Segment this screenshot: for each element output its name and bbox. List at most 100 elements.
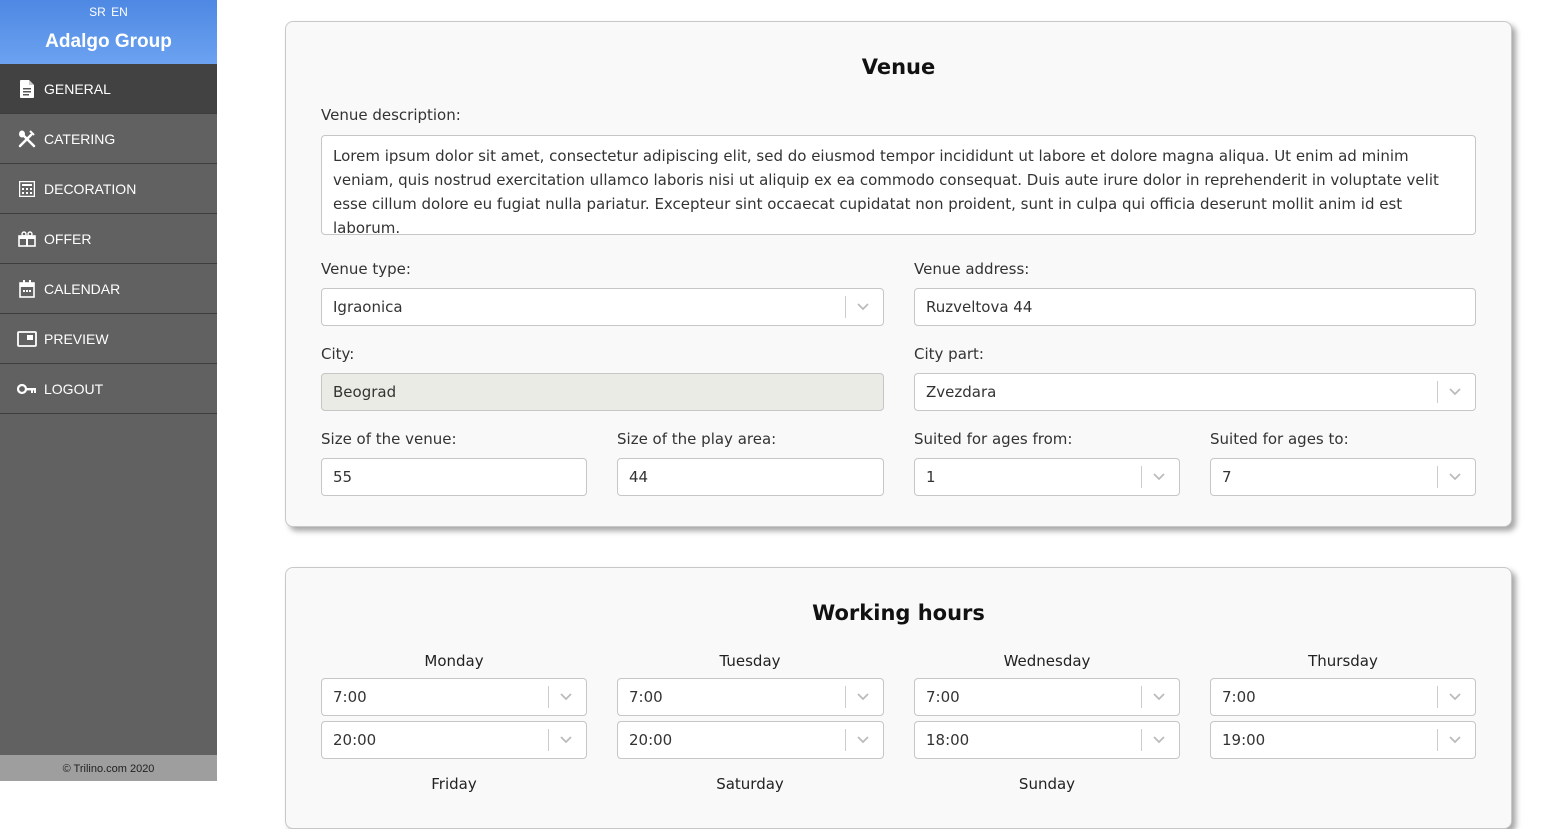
city-label: City:	[321, 345, 355, 363]
ages-to-value: 7	[1222, 468, 1232, 486]
day-label-thursday: Thursday	[1308, 652, 1378, 670]
city-part-label: City part:	[914, 345, 984, 363]
copyright-footer: © Trilino.com 2020	[0, 755, 217, 781]
chevron-down-icon	[854, 731, 872, 749]
ages-from-value: 1	[926, 468, 936, 486]
wednesday-close-select[interactable]: 18:00	[914, 721, 1180, 759]
chevron-down-icon	[854, 298, 872, 316]
gift-icon	[17, 229, 37, 249]
sidebar-item-calendar[interactable]: CALENDAR	[0, 264, 217, 314]
day-label-saturday: Saturday	[716, 775, 784, 793]
language-switcher: SR EN	[0, 0, 217, 21]
sidebar-item-label: CALENDAR	[44, 280, 121, 297]
select-separator	[1437, 686, 1438, 708]
venue-address-value: Ruzveltova 44	[926, 298, 1033, 316]
chevron-down-icon	[1150, 468, 1168, 486]
monday-open-value: 7:00	[333, 688, 367, 706]
chevron-down-icon	[557, 688, 575, 706]
play-area-input[interactable]: 44	[617, 458, 884, 496]
select-separator	[548, 686, 549, 708]
working-hours-card: Working hours Monday 7:00 20:00 Tuesday …	[285, 567, 1512, 829]
thursday-close-select[interactable]: 19:00	[1210, 721, 1476, 759]
thursday-open-select[interactable]: 7:00	[1210, 678, 1476, 716]
language-sr[interactable]: SR	[89, 5, 106, 19]
chevron-down-icon	[1446, 688, 1464, 706]
select-separator	[1437, 729, 1438, 751]
select-separator	[845, 296, 846, 318]
venue-size-label: Size of the venue:	[321, 430, 457, 448]
play-area-value: 44	[629, 468, 649, 486]
monday-open-select[interactable]: 7:00	[321, 678, 587, 716]
sidebar-item-offer[interactable]: OFFER	[0, 214, 217, 264]
city-value: Beograd	[333, 383, 397, 401]
sidebar-item-general[interactable]: GENERAL	[0, 64, 217, 114]
city-input: Beograd	[321, 373, 884, 411]
sidebar-item-label: CATERING	[44, 130, 116, 147]
thursday-open-value: 7:00	[1222, 688, 1256, 706]
monday-close-value: 20:00	[333, 731, 377, 749]
sidebar-item-catering[interactable]: CATERING	[0, 114, 217, 164]
sidebar-item-label: DECORATION	[44, 180, 137, 197]
venue-description-label: Venue description:	[321, 106, 461, 124]
chevron-down-icon	[1150, 731, 1168, 749]
sidebar-item-preview[interactable]: PREVIEW	[0, 314, 217, 364]
select-separator	[1437, 381, 1438, 403]
ages-from-label: Suited for ages from:	[914, 430, 1073, 448]
ages-from-select[interactable]: 1	[914, 458, 1180, 496]
sidebar-item-label: GENERAL	[44, 80, 111, 97]
tuesday-open-value: 7:00	[629, 688, 663, 706]
venue-description-textarea[interactable]: Lorem ipsum dolor sit amet, consectetur …	[321, 135, 1476, 235]
tuesday-close-value: 20:00	[629, 731, 673, 749]
select-separator	[845, 686, 846, 708]
city-part-value: Zvezdara	[926, 383, 997, 401]
working-hours-title: Working hours	[812, 601, 985, 625]
wednesday-open-select[interactable]: 7:00	[914, 678, 1180, 716]
venue-title: Venue	[861, 55, 936, 79]
tuesday-close-select[interactable]: 20:00	[617, 721, 884, 759]
key-icon	[17, 379, 37, 399]
calendar-icon	[17, 279, 37, 299]
chevron-down-icon	[557, 731, 575, 749]
preview-icon	[17, 329, 37, 349]
brand-name: Adalgo Group	[45, 31, 172, 52]
venue-card: Venue Venue description: Lorem ipsum dol…	[285, 21, 1512, 527]
tuesday-open-select[interactable]: 7:00	[617, 678, 884, 716]
day-label-tuesday: Tuesday	[719, 652, 781, 670]
venue-address-input[interactable]: Ruzveltova 44	[914, 288, 1476, 326]
language-en[interactable]: EN	[111, 5, 128, 19]
venue-address-label: Venue address:	[914, 260, 1030, 278]
utensils-icon	[17, 129, 37, 149]
select-separator	[548, 729, 549, 751]
venue-size-input[interactable]: 55	[321, 458, 587, 496]
document-icon	[17, 79, 37, 99]
venue-type-select[interactable]: Igraonica	[321, 288, 884, 326]
venue-type-value: Igraonica	[333, 298, 403, 316]
sidebar-header: SR EN Adalgo Group	[0, 0, 217, 64]
city-part-select[interactable]: Zvezdara	[914, 373, 1476, 411]
day-label-friday: Friday	[431, 775, 477, 793]
sidebar-item-decoration[interactable]: DECORATION	[0, 164, 217, 214]
ages-to-select[interactable]: 7	[1210, 458, 1476, 496]
monday-close-select[interactable]: 20:00	[321, 721, 587, 759]
decoration-icon	[17, 179, 37, 199]
chevron-down-icon	[1150, 688, 1168, 706]
sidebar: SR EN Adalgo Group GENERAL CATERING DECO…	[0, 0, 217, 781]
venue-type-label: Venue type:	[321, 260, 411, 278]
select-separator	[1141, 466, 1142, 488]
select-separator	[845, 729, 846, 751]
day-label-monday: Monday	[424, 652, 484, 670]
select-separator	[1141, 729, 1142, 751]
sidebar-item-label: PREVIEW	[44, 330, 109, 347]
wednesday-open-value: 7:00	[926, 688, 960, 706]
play-area-label: Size of the play area:	[617, 430, 777, 448]
venue-size-value: 55	[333, 468, 353, 486]
select-separator	[1141, 686, 1142, 708]
sidebar-item-logout[interactable]: LOGOUT	[0, 364, 217, 414]
chevron-down-icon	[854, 688, 872, 706]
sidebar-item-label: LOGOUT	[44, 380, 104, 397]
wednesday-close-value: 18:00	[926, 731, 970, 749]
day-label-sunday: Sunday	[1018, 775, 1076, 793]
chevron-down-icon	[1446, 731, 1464, 749]
select-separator	[1437, 466, 1438, 488]
day-label-wednesday: Wednesday	[1003, 652, 1091, 670]
